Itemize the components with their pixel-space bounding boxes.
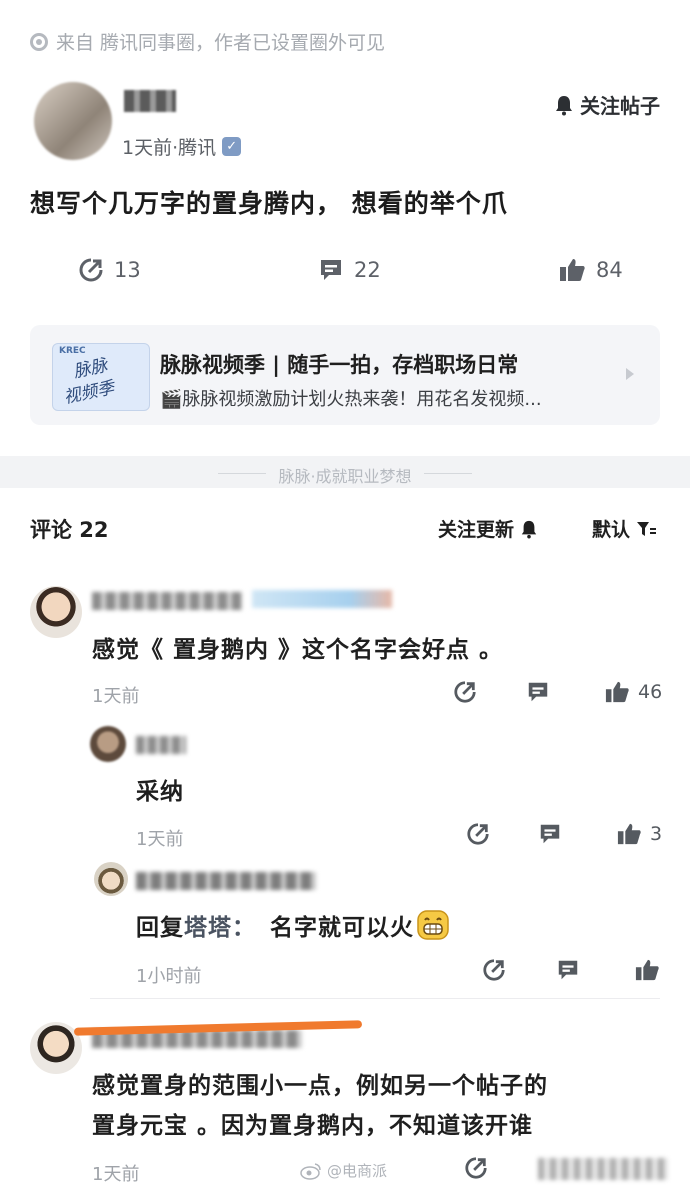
commenter-avatar[interactable] [30, 586, 82, 638]
comment-share-button[interactable] [464, 1156, 488, 1180]
sort-dropdown[interactable]: 默认 [592, 515, 657, 542]
post-time-company: 1天前·腾讯 [122, 137, 217, 159]
follow-updates-button[interactable]: 关注更新 [438, 515, 538, 542]
watermark: @电商派 [300, 1160, 387, 1181]
comment-text-line1: 感觉置身的范围小一点，例如另一个帖子的 [92, 1073, 548, 1099]
share-button[interactable]: 13 [78, 257, 141, 283]
reply-text: 采纳 [136, 779, 184, 805]
reply-avatar[interactable] [94, 862, 128, 896]
reply-name-blurred[interactable] [136, 872, 316, 890]
reply-time: 1小时前 [136, 966, 202, 987]
promo-card[interactable]: KREC 脉脉 视频季 脉脉视频季 | 随手一拍，存档职场日常 🎬脉脉视频激励计… [30, 325, 660, 425]
sort-label: 默认 [592, 519, 631, 541]
reply-share-button[interactable] [466, 822, 490, 846]
weibo-icon [300, 1162, 321, 1180]
thumbs-up-icon [560, 259, 585, 281]
comment-icon [528, 682, 548, 702]
source-text: 来自 腾讯同事圈，作者已设置圈外可见 [56, 32, 386, 54]
reply-body: 名字就可以火 [270, 915, 414, 941]
verified-icon: ✓ [222, 137, 242, 156]
share-icon [454, 681, 476, 703]
reply-text: 回复 塔塔： 名字就可以火 [136, 908, 450, 942]
follow-updates-label: 关注更新 [438, 519, 515, 541]
reply-like-button[interactable]: 3 [616, 822, 662, 846]
promo-subtitle: 🎬脉脉视频激励计划火热来袭！用花名发视频... [160, 389, 542, 410]
watermark-blur [538, 1158, 668, 1180]
thumbs-up-icon [605, 681, 629, 703]
comment-button[interactable]: 22 [318, 257, 381, 283]
reply-reply-button[interactable] [556, 958, 580, 982]
author-meta: 1天前·腾讯 ✓ [122, 133, 242, 160]
reply-name-blurred[interactable] [136, 736, 186, 754]
divider-text: 脉脉·成就职业梦想 [278, 467, 412, 486]
reply-reply-button[interactable] [538, 822, 562, 846]
promo-thumbnail: KREC 脉脉 视频季 [52, 343, 150, 411]
reply-time: 1天前 [136, 829, 184, 850]
grin-emoji-icon [417, 910, 449, 940]
follow-post-button[interactable]: 关注帖子 [554, 90, 660, 119]
share-icon [465, 1157, 487, 1179]
share-icon [467, 823, 489, 845]
comment-count: 22 [354, 258, 381, 282]
promo-title: 脉脉视频季 | 随手一拍，存档职场日常 [160, 353, 519, 377]
post-text: 想写个几万字的置身腾内， 想看的举个爪 [30, 189, 508, 218]
comment-like-button[interactable]: 46 [604, 680, 662, 704]
comment-text: 感觉《 置身鹅内 》这个名字会好点 。 [92, 637, 504, 663]
author-avatar[interactable] [34, 82, 112, 160]
comment-icon [540, 824, 560, 844]
comment-divider [90, 998, 660, 999]
comment-text-line2: 置身元宝 。因为置身鹅内，不知道该开谁 [92, 1113, 534, 1139]
commenter-badge-blurred [252, 590, 392, 608]
reply-like-button[interactable] [634, 958, 660, 982]
comment-icon [321, 260, 341, 280]
comment-icon [558, 960, 578, 980]
location-icon [30, 32, 48, 51]
commenter-name-blurred[interactable] [92, 592, 242, 610]
share-count: 13 [114, 258, 141, 282]
thumbs-up-icon [617, 823, 641, 845]
reply-share-button[interactable] [482, 958, 506, 982]
comments-title: 评论 22 [30, 518, 109, 542]
reply-prefix: 回复 [136, 915, 184, 941]
follow-post-label: 关注帖子 [580, 94, 660, 118]
comment-share-button[interactable] [453, 680, 477, 704]
like-button[interactable]: 84 [558, 257, 623, 283]
comment-time: 1天前 [92, 1164, 140, 1185]
reply-avatar[interactable] [90, 726, 126, 762]
reply-target[interactable]: 塔塔： [184, 908, 256, 942]
thumbs-up-icon [635, 959, 659, 981]
share-icon [79, 258, 103, 282]
bell-icon [521, 520, 537, 538]
filter-icon [637, 521, 657, 536]
comment-like-count: 46 [638, 681, 663, 703]
reply-like-count: 3 [650, 823, 663, 845]
share-icon [483, 959, 505, 981]
source-line: 来自 腾讯同事圈，作者已设置圈外可见 [30, 28, 385, 55]
bell-icon [556, 95, 572, 115]
watermark-text: @电商派 [327, 1162, 388, 1180]
author-name-blurred[interactable] [124, 90, 176, 112]
comment-reply-button[interactable] [526, 680, 550, 704]
like-count: 84 [596, 258, 623, 282]
comment-time: 1天前 [92, 686, 140, 707]
play-arrow-icon [626, 368, 634, 380]
